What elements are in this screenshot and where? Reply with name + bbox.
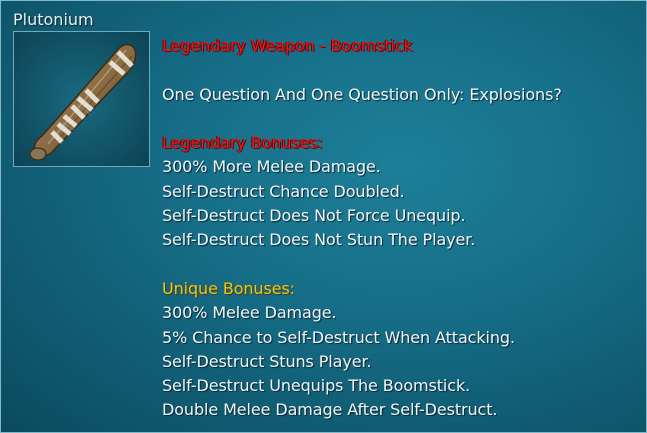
unique-bonus-line: Self-Destruct Unequips The Boomstick. [162,376,471,396]
item-tooltip: Plutonium Legendary Weapon - Boomstick O… [0,0,647,433]
unique-bonus-line: Self-Destruct Stuns Player. [162,351,372,371]
flavor-text: One Question And One Question Only: Expl… [162,84,562,104]
item-name: Plutonium [13,10,94,29]
unique-bonus-line: 5% Chance to Self-Destruct When Attackin… [162,327,515,347]
legendary-bonus-line: Self-Destruct Does Not Force Unequip. [162,206,466,226]
legendary-bonus-line: Self-Destruct Chance Doubled. [162,181,405,201]
item-description: Legendary Weapon - Boomstick One Questio… [162,34,642,423]
legendary-bonus-line: 300% More Melee Damage. [162,157,381,177]
legendary-bonuses-heading: Legendary Bonuses: [162,133,323,153]
unique-bonus-line: Double Melee Damage After Self-Destruct. [162,400,498,420]
unique-bonus-line: 300% Melee Damage. [162,303,337,323]
taped-club-icon [14,32,149,166]
legendary-bonus-line: Self-Destruct Does Not Stun The Player. [162,230,476,250]
unique-bonuses-heading: Unique Bonuses: [162,278,295,298]
item-icon-frame [13,31,150,167]
weapon-type-title: Legendary Weapon - Boomstick [162,36,413,55]
